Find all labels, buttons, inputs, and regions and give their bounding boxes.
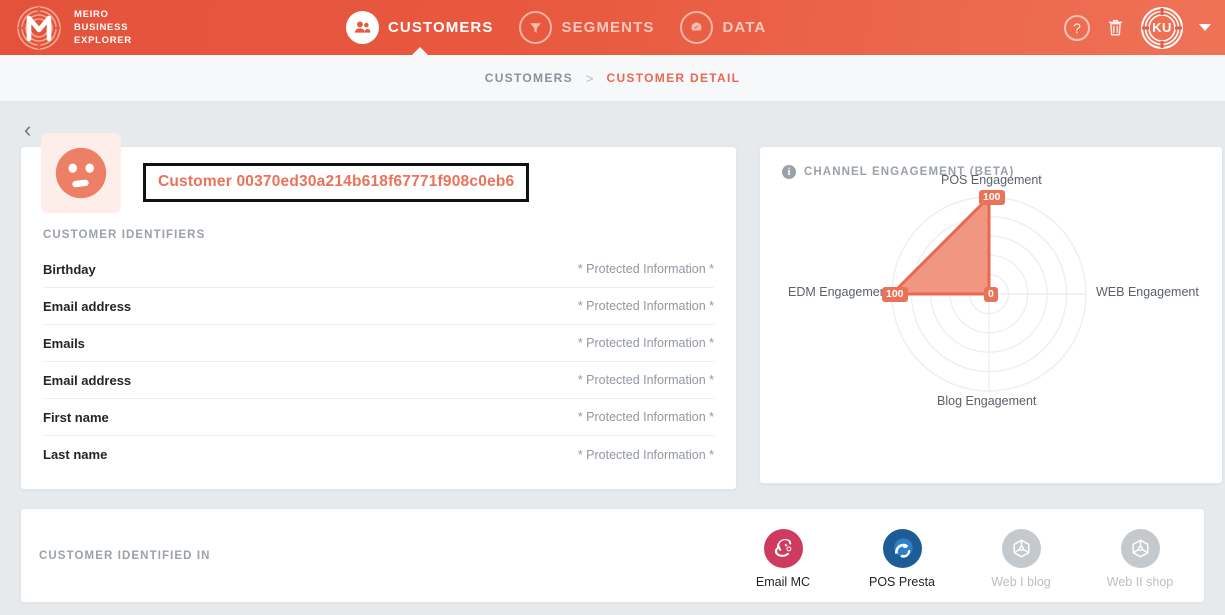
identifier-value: * Protected Information *	[577, 373, 714, 387]
customer-identifiers-title: CUSTOMER IDENTIFIERS	[43, 229, 206, 241]
breadcrumb-customer-detail: CUSTOMER DETAIL	[606, 71, 741, 85]
radar-value-web: 0	[984, 287, 998, 302]
table-row: Email address * Protected Information *	[43, 362, 714, 399]
prestashop-icon	[882, 528, 922, 568]
back-button[interactable]: ‹	[20, 119, 35, 141]
meiro-maze-m-logo-icon	[16, 5, 62, 51]
table-row: Email address * Protected Information *	[43, 288, 714, 325]
table-row: First name * Protected Information *	[43, 399, 714, 436]
avatar[interactable]: KU	[1141, 6, 1183, 49]
active-tab-caret	[410, 47, 429, 56]
page-content: ‹ Customer 00370ed30a214b618f67771f908c0…	[0, 102, 1225, 603]
breadcrumb: CUSTOMERS > CUSTOMER DETAIL	[0, 55, 1225, 102]
gauge-icon	[680, 11, 714, 44]
radar-axis-label-pos: POS Engagement	[941, 173, 1042, 187]
source-pos-presta[interactable]: POS Presta	[863, 528, 941, 589]
cube-icon	[1001, 528, 1041, 568]
radar-axis-label-edm: EDM Engagement	[788, 285, 891, 299]
people-icon	[346, 11, 379, 44]
radar-svg	[890, 195, 1087, 392]
nav-label-data: DATA	[722, 19, 767, 36]
customer-identified-in-card: CUSTOMER IDENTIFIED IN Email MC POS Pres…	[20, 508, 1205, 603]
source-label: Web I blog	[991, 574, 1051, 589]
source-label: Web II shop	[1106, 574, 1174, 589]
source-web-i-blog[interactable]: Web I blog	[982, 528, 1060, 589]
radar-axis-label-blog: Blog Engagement	[937, 394, 1037, 408]
breadcrumb-customers[interactable]: CUSTOMERS	[485, 71, 573, 85]
help-button[interactable]: ?	[1064, 14, 1090, 41]
main-nav: CUSTOMERS SEGMENTS DATA	[346, 11, 766, 56]
source-email-mc[interactable]: Email MC	[744, 528, 822, 589]
identifier-value: * Protected Information *	[577, 447, 714, 462]
source-label: POS Presta	[869, 574, 935, 589]
source-label: Email MC	[755, 574, 811, 589]
customer-face-avatar-icon	[41, 133, 121, 213]
source-list: Email MC POS Presta Web I blog Web II sh…	[744, 528, 1204, 589]
trash-button[interactable]	[1106, 17, 1125, 38]
brand[interactable]: MEIRO BUSINESS EXPLORER	[16, 5, 346, 51]
identifier-key: Last name	[43, 447, 108, 462]
brand-line-3: EXPLORER	[74, 35, 132, 46]
channel-engagement-radar-chart: POS Engagement WEB Engagement Blog Engag…	[760, 173, 1222, 461]
customer-identified-in-title: CUSTOMER IDENTIFIED IN	[39, 549, 211, 562]
table-row: Birthday * Protected Information *	[43, 251, 714, 288]
customer-detail-card: Customer 00370ed30a214b618f67771f908c0eb…	[20, 133, 737, 490]
nav-item-data[interactable]: DATA	[680, 11, 766, 44]
identifier-value: * Protected Information *	[577, 410, 714, 424]
radar-value-pos: 100	[979, 190, 1005, 205]
info-icon[interactable]: i	[782, 165, 796, 179]
customer-header: Customer 00370ed30a214b618f67771f908c0eb…	[21, 133, 736, 225]
channel-engagement-card: i CHANNEL ENGAGEMENT (BETA) POS Engageme…	[759, 146, 1223, 484]
customer-identifiers-table: Birthday * Protected Information * Email…	[21, 251, 736, 489]
brand-line-1: MEIRO	[74, 9, 109, 20]
identifier-key: First name	[43, 409, 109, 425]
identifier-key: Email address	[43, 298, 132, 314]
brand-text: MEIRO BUSINESS EXPLORER	[74, 8, 132, 47]
brand-line-2: BUSINESS	[74, 22, 129, 33]
cube-icon	[1120, 528, 1160, 568]
identifier-key: Emails	[43, 335, 85, 351]
header-actions: ? KU	[1064, 6, 1211, 49]
radar-value-edm: 100	[882, 287, 908, 302]
source-web-ii-shop[interactable]: Web II shop	[1101, 528, 1179, 589]
app-header: MEIRO BUSINESS EXPLORER CUSTOMERS SEGMEN…	[0, 0, 1225, 56]
radar-axis-label-web: WEB Engagement	[1096, 285, 1199, 299]
table-row: Last name * Protected Information *	[43, 436, 714, 473]
mailchimp-icon	[763, 528, 803, 568]
avatar-initials: KU	[1152, 20, 1172, 35]
identifier-key: Email address	[43, 372, 132, 388]
identifier-value: * Protected Information *	[577, 336, 714, 350]
chevron-down-icon[interactable]	[1199, 24, 1211, 31]
cards-row: Customer 00370ed30a214b618f67771f908c0eb…	[20, 133, 1223, 490]
identifier-value: * Protected Information *	[577, 262, 714, 276]
funnel-icon	[519, 11, 553, 44]
identifier-key: Birthday	[43, 261, 96, 277]
table-row: Emails * Protected Information *	[43, 325, 714, 362]
back-row: ‹	[20, 114, 1205, 146]
nav-label-segments: SEGMENTS	[561, 19, 655, 36]
nav-label-customers: CUSTOMERS	[388, 19, 494, 36]
nav-item-segments[interactable]: SEGMENTS	[519, 11, 654, 44]
question-mark-icon: ?	[1064, 14, 1090, 41]
radar-series-polygon	[890, 195, 991, 296]
trash-icon	[1108, 19, 1123, 36]
identifier-value: * Protected Information *	[577, 299, 714, 313]
nav-item-customers[interactable]: CUSTOMERS	[346, 11, 494, 56]
customer-id-box: Customer 00370ed30a214b618f67771f908c0eb…	[143, 163, 530, 202]
breadcrumb-separator: >	[585, 70, 594, 86]
customer-id-label: Customer 00370ed30a214b618f67771f908c0eb…	[158, 173, 515, 190]
